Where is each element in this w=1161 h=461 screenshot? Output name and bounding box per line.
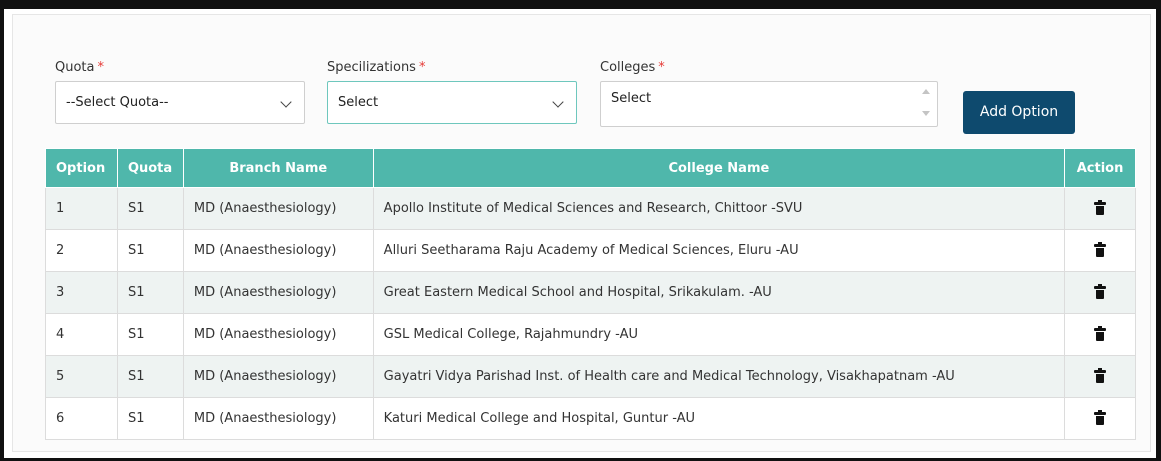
trash-icon[interactable] — [1094, 200, 1107, 215]
cell-branch: MD (Anaesthesiology) — [182, 397, 374, 440]
required-mark: * — [418, 60, 426, 75]
chevron-down-icon — [552, 96, 564, 108]
quota-label: Quota * — [55, 60, 105, 75]
cell-action — [1064, 355, 1136, 398]
cell-option: 4 — [45, 313, 118, 356]
colleges-label: Colleges * — [600, 60, 665, 75]
cell-college: Gayatri Vidya Parishad Inst. of Health c… — [372, 355, 1066, 398]
trash-icon[interactable] — [1094, 368, 1107, 383]
col-header-option[interactable]: Option — [45, 148, 118, 188]
scroll-down-icon[interactable] — [922, 111, 930, 116]
cell-option: 6 — [45, 397, 118, 440]
cell-option: 5 — [45, 355, 118, 398]
cell-quota: S1 — [116, 355, 184, 398]
cell-branch: MD (Anaesthesiology) — [182, 271, 374, 314]
cell-college: Apollo Institute of Medical Sciences and… — [372, 187, 1066, 230]
options-table: Option Quota Branch Name College Name Ac… — [45, 148, 1136, 440]
scroll-spinner[interactable] — [921, 86, 931, 119]
cell-action — [1064, 187, 1136, 230]
quota-select-value: --Select Quota-- — [66, 95, 169, 110]
cell-action — [1064, 397, 1136, 440]
cell-branch: MD (Anaesthesiology) — [182, 187, 374, 230]
cell-option: 2 — [45, 229, 118, 272]
col-header-quota[interactable]: Quota — [116, 148, 184, 188]
colleges-multiselect[interactable]: Select — [600, 81, 938, 127]
table-row: 1 S1 MD (Anaesthesiology) Apollo Institu… — [45, 187, 1136, 230]
cell-branch: MD (Anaesthesiology) — [182, 313, 374, 356]
specializations-select[interactable]: Select — [327, 81, 577, 124]
quota-field-group: Quota * — [55, 57, 104, 79]
required-mark: * — [97, 60, 105, 75]
col-header-college[interactable]: College Name — [372, 148, 1066, 188]
table-row: 5 S1 MD (Anaesthesiology) Gayatri Vidya … — [45, 355, 1136, 398]
option-form: Quota * --Select Quota-- Specilizations * … — [55, 57, 1115, 134]
trash-icon[interactable] — [1094, 242, 1107, 257]
cell-college: Alluri Seetharama Raju Academy of Medica… — [372, 229, 1066, 272]
option-entry-panel: Quota * --Select Quota-- Specilizations * … — [12, 14, 1151, 452]
cell-action — [1064, 313, 1136, 356]
col-header-branch[interactable]: Branch Name — [182, 148, 374, 188]
specializations-select-value: Select — [338, 95, 379, 110]
colleges-field-group: Colleges * — [600, 57, 665, 79]
cell-college: Great Eastern Medical School and Hospita… — [372, 271, 1066, 314]
table-row: 4 S1 MD (Anaesthesiology) GSL Medical Co… — [45, 313, 1136, 356]
table-row: 3 S1 MD (Anaesthesiology) Great Eastern … — [45, 271, 1136, 314]
cell-action — [1064, 271, 1136, 314]
colleges-select-value: Select — [611, 91, 652, 106]
trash-icon[interactable] — [1094, 284, 1107, 299]
table-header-row: Option Quota Branch Name College Name Ac… — [45, 148, 1136, 188]
cell-option: 1 — [45, 187, 118, 230]
table-row: 6 S1 MD (Anaesthesiology) Katuri Medical… — [45, 397, 1136, 440]
cell-option: 3 — [45, 271, 118, 314]
trash-icon[interactable] — [1094, 410, 1107, 425]
cell-college: Katuri Medical College and Hospital, Gun… — [372, 397, 1066, 440]
cell-quota: S1 — [116, 187, 184, 230]
scroll-up-icon[interactable] — [922, 89, 930, 94]
specializations-label: Specilizations * — [327, 60, 426, 75]
cell-action — [1064, 229, 1136, 272]
cell-quota: S1 — [116, 229, 184, 272]
quota-select[interactable]: --Select Quota-- — [55, 81, 305, 124]
add-option-button[interactable]: Add Option — [963, 91, 1075, 134]
window-frame: Quota * --Select Quota-- Specilizations * … — [0, 0, 1161, 461]
cell-quota: S1 — [116, 271, 184, 314]
cell-quota: S1 — [116, 397, 184, 440]
cell-branch: MD (Anaesthesiology) — [182, 229, 374, 272]
col-header-action: Action — [1064, 148, 1136, 188]
table-row: 2 S1 MD (Anaesthesiology) Alluri Seethar… — [45, 229, 1136, 272]
chevron-down-icon — [280, 96, 292, 108]
cell-quota: S1 — [116, 313, 184, 356]
cell-college: GSL Medical College, Rajahmundry -AU — [372, 313, 1066, 356]
trash-icon[interactable] — [1094, 326, 1107, 341]
cell-branch: MD (Anaesthesiology) — [182, 355, 374, 398]
specializations-field-group: Specilizations * — [327, 57, 425, 79]
required-mark: * — [658, 60, 665, 75]
